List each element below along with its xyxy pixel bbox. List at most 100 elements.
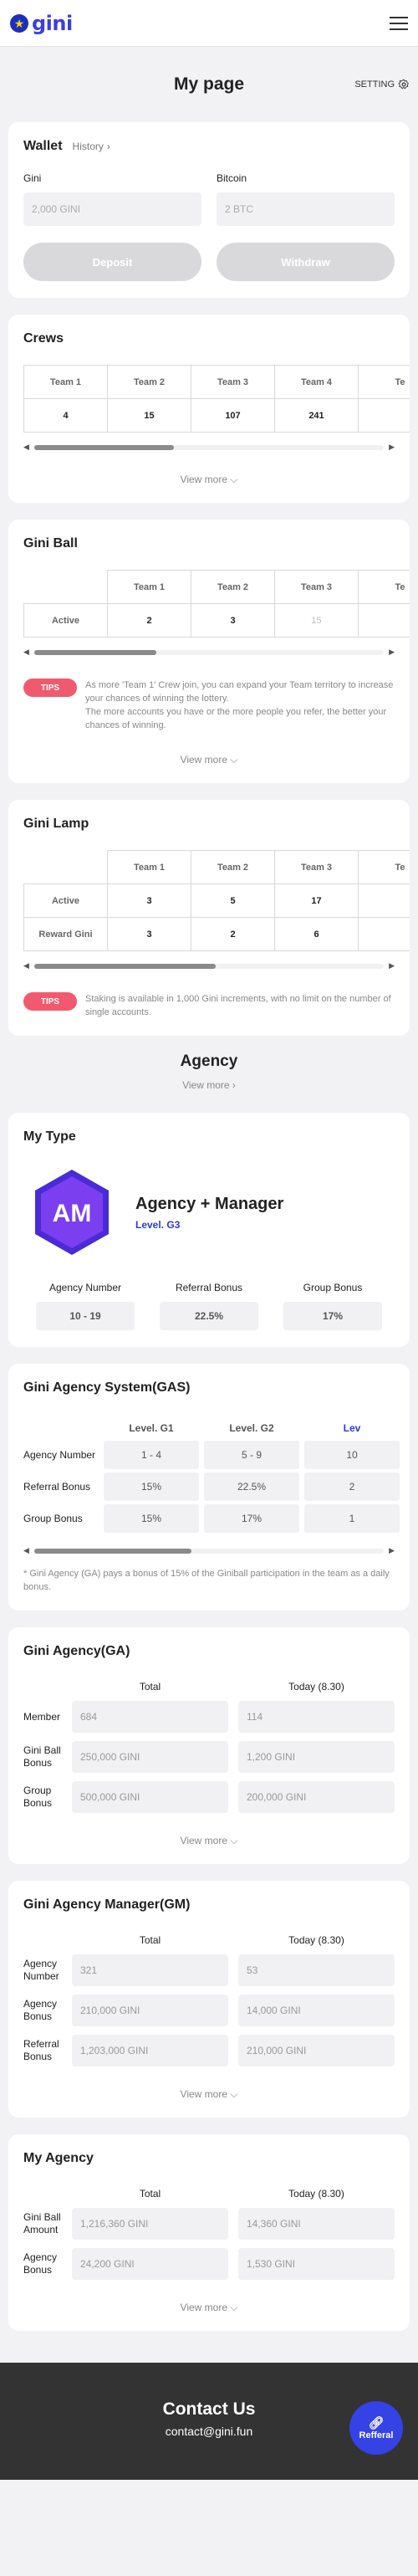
gas-cell: 2 [304,1472,400,1501]
deposit-button[interactable]: Deposit [23,243,201,281]
tips-badge: TIPS [23,679,77,697]
scroll-right-icon[interactable]: ▶ [389,648,395,657]
wallet-card: Wallet History › Gini 2,000 GINI Bitcoin … [8,122,410,298]
ga-row: Member 684 114 [23,1701,395,1733]
col-total: Total [139,1681,161,1693]
scroll-left-icon[interactable]: ◀ [23,1546,29,1555]
crews-cell: 107 [191,398,275,433]
ga-title: Gini Agency(GA) [23,1644,130,1658]
ball-header: Team 1 [107,570,191,604]
stat-label: Group Bonus [303,1282,363,1293]
crews-table-wrap[interactable]: Team 1 Team 2 Team 3 Team 4 Te 4 15 107 … [23,365,410,433]
lamp-cell: 17 [274,883,359,918]
ga-total-field: 250,000 GINI [72,1741,228,1773]
scroll-right-icon[interactable]: ▶ [389,1546,395,1555]
gini-balance-field[interactable]: 2,000 GINI [23,192,201,226]
lamp-header: Team 3 [274,850,359,884]
gas-note: * Gini Agency (GA) pays a bonus of 15% o… [23,1569,390,1592]
agency-manager-badge-icon: AM [35,1170,109,1255]
page-title: My page [173,74,245,94]
my-agency-total-field: 24,200 GINI [72,2248,228,2280]
my-agency-row: Gini Ball Amount 1,216,360 GINI 14,360 G… [23,2208,395,2240]
scroll-thumb[interactable] [33,963,217,969]
ball-cell [358,603,410,638]
gm-view-more[interactable]: View more ⌵ [23,2088,395,2101]
ball-row-label: Active [23,603,108,638]
scroll-left-icon[interactable]: ◀ [23,961,29,970]
crews-header: Team 2 [107,365,191,399]
scroll-left-icon[interactable]: ◀ [23,443,29,452]
view-more-label: View more [180,474,227,485]
gm-row-label: Agency Number [23,1958,59,1982]
referral-button[interactable]: 🔗︎ Refferal [349,2401,403,2455]
stat-value: 17% [283,1302,382,1330]
gas-table[interactable]: Level. G1 Level. G2 Lev Agency Number 1 … [23,1416,410,1536]
gini-ball-table-wrap[interactable]: Team 1 Team 2 Team 3 Te Active 2 3 15 [23,570,410,638]
gas-cell: 1 - 4 [104,1441,199,1469]
hamburger-icon[interactable] [390,16,408,30]
scroll-thumb[interactable] [33,1548,192,1554]
gm-today-field: 53 [238,1954,395,1986]
col-total: Total [139,1934,161,1946]
gas-card: Gini Agency System(GAS) Level. G1 Level.… [8,1364,410,1611]
scroll-thumb[interactable] [33,444,175,450]
logo[interactable]: ★ gini [10,12,73,35]
scroll-right-icon[interactable]: ▶ [389,961,395,970]
gini-lamp-scrollbar[interactable]: ◀ ▶ [23,961,395,970]
ball-header: Team 2 [191,570,275,604]
setting-label: SETTING [354,79,395,90]
gm-row-label: Agency Bonus [23,1998,58,2022]
scroll-left-icon[interactable]: ◀ [23,648,29,657]
view-more-label: View more [180,2302,227,2313]
scroll-thumb[interactable] [33,649,157,655]
ball-header: Team 3 [274,570,359,604]
gas-cell: 17% [204,1504,299,1533]
gm-row: Agency Number 321 53 [23,1954,395,1986]
col-today: Today (8.30) [288,2188,344,2200]
gas-row: Referral Bonus 15% 22.5% 2 [23,1472,410,1501]
stat-referral-bonus: Referral Bonus 22.5% [147,1282,271,1330]
gini-ball-scrollbar[interactable]: ◀ ▶ [23,648,395,657]
gini-lamp-table: Team 1 Team 2 Team 3 Te Active 3 5 17 Re… [23,850,410,951]
view-more-label: View more [180,754,227,766]
logo-text: gini [32,11,73,35]
star-icon: ★ [10,13,28,33]
ga-row-label: Member [23,1710,61,1723]
my-type-title: My Type [23,1129,76,1144]
bitcoin-balance-field[interactable]: 2 BTC [217,192,395,226]
gini-lamp-table-wrap[interactable]: Team 1 Team 2 Team 3 Te Active 3 5 17 Re… [23,850,410,951]
gini-ball-view-more[interactable]: View more ⌵ [23,754,395,766]
ga-view-more[interactable]: View more ⌵ [23,1835,395,1847]
crews-scrollbar[interactable]: ◀ ▶ [23,443,395,452]
my-agency-view-more[interactable]: View more ⌵ [23,2302,395,2314]
gas-column-header: Level. G2 [229,1422,274,1434]
crews-cell [358,398,410,433]
page-title-row: My page SETTING [0,47,418,122]
crews-header: Team 3 [191,365,275,399]
tips-text: The more accounts you have or the more p… [85,707,387,730]
scroll-right-icon[interactable]: ▶ [389,443,395,452]
ga-row-label: Group Bonus [23,1785,53,1809]
history-link[interactable]: History › [73,141,110,152]
view-more-label: View more [182,1079,230,1091]
ga-total-field: 684 [72,1701,228,1733]
crews-header: Te [358,365,410,399]
gini-ball-card: Gini Ball Team 1 Team 2 Team 3 Te Active… [8,520,410,783]
wallet-title: Wallet [23,139,63,153]
lamp-cell: 5 [191,883,275,918]
gas-cell: 15% [104,1472,199,1501]
type-level: Level. G3 [135,1218,181,1231]
gas-row-label: Group Bonus [23,1512,83,1524]
gas-column-header: Level. G1 [129,1422,174,1434]
withdraw-button[interactable]: Withdraw [217,243,395,281]
crews-view-more[interactable]: View more ⌵ [23,474,395,486]
gini-label: Gini [23,172,42,184]
agency-view-more[interactable]: View more › [0,1079,418,1091]
ball-cell: 2 [107,603,191,638]
my-agency-today-field: 14,360 GINI [238,2208,395,2240]
ga-row-label: Gini Ball Bonus [23,1744,61,1769]
my-type-card: My Type AM Agency + Manager Level. G3 Ag… [8,1113,410,1347]
stat-label: Agency Number [48,1282,122,1293]
setting-button[interactable]: SETTING [354,79,410,90]
gas-scrollbar[interactable]: ◀ ▶ [23,1546,395,1555]
